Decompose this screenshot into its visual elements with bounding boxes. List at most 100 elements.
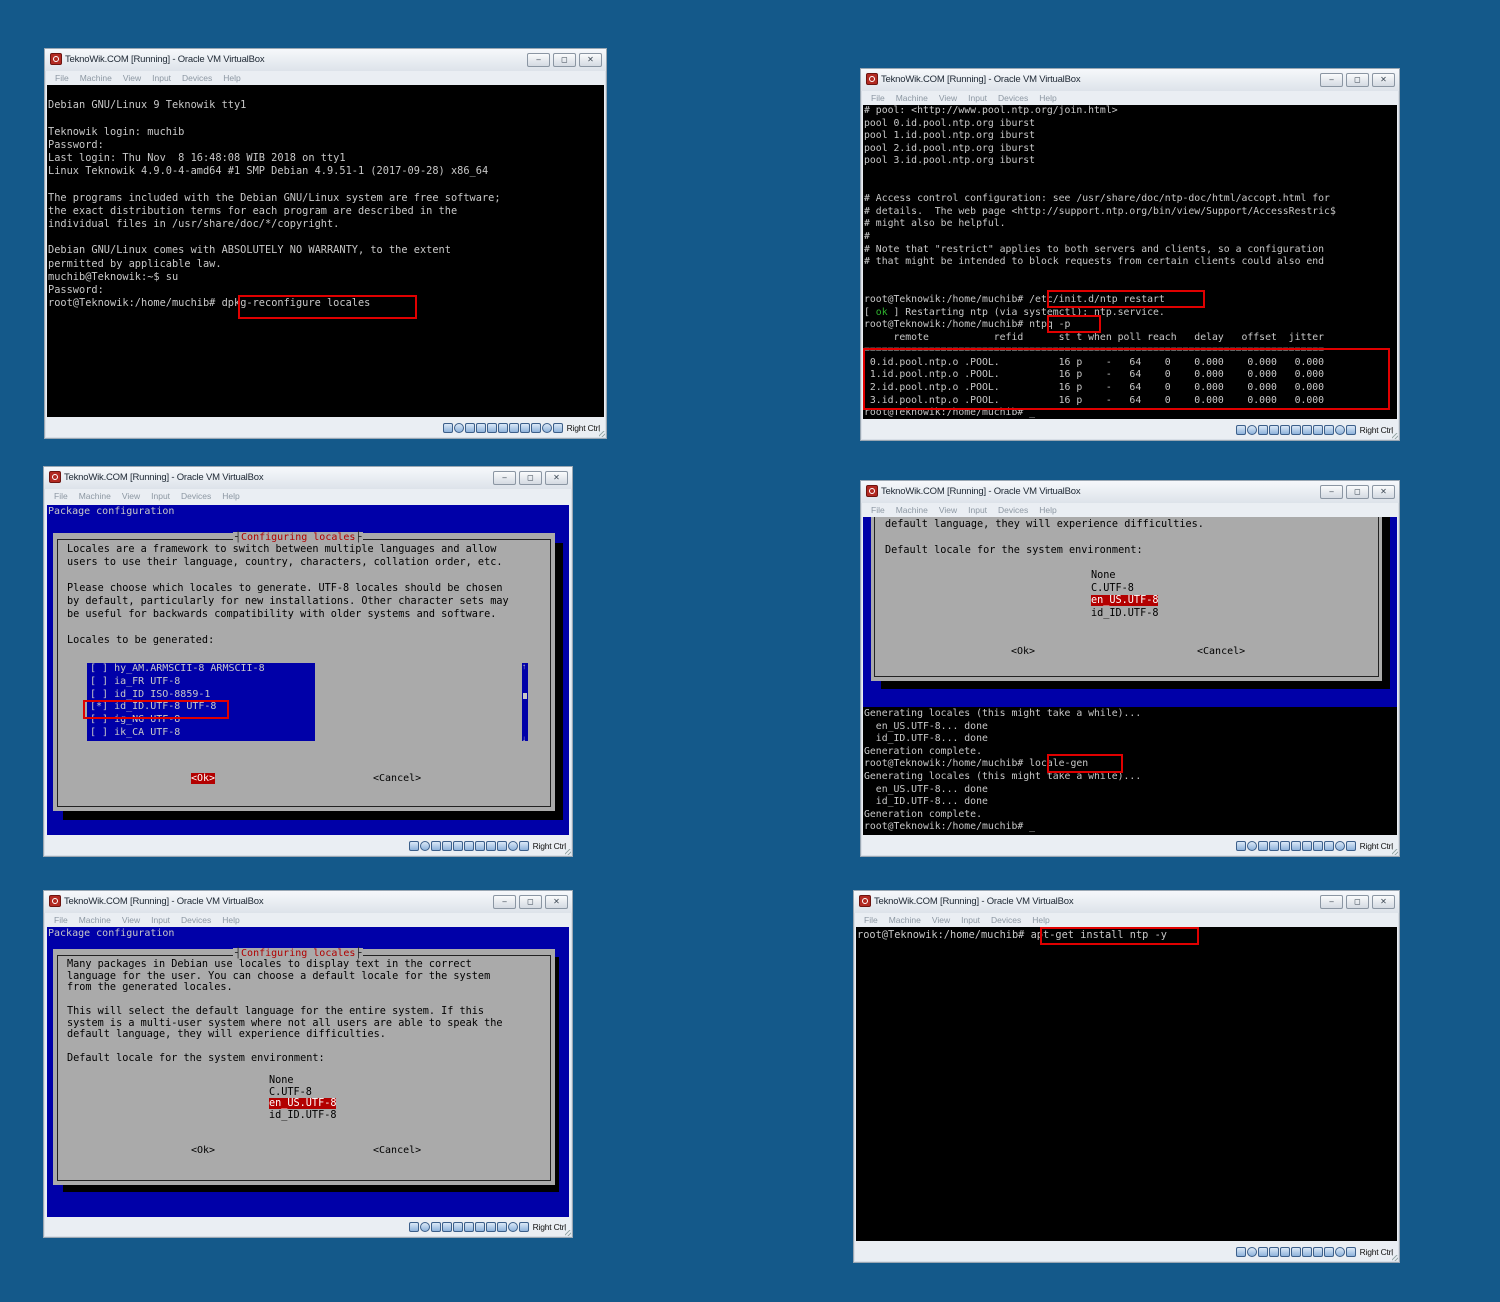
- storage-icon[interactable]: [1235, 425, 1246, 435]
- menu-devices[interactable]: Devices: [181, 491, 211, 501]
- scroll-down-arrow-icon[interactable]: ↓: [522, 734, 526, 743]
- ok-button[interactable]: <Ok>: [191, 773, 216, 784]
- video-capture-icon[interactable]: [485, 841, 496, 851]
- close-button[interactable]: ✕: [579, 53, 602, 67]
- menu-view[interactable]: View: [939, 93, 957, 103]
- menu-view[interactable]: View: [939, 505, 957, 515]
- menu-devices[interactable]: Devices: [182, 73, 212, 83]
- mouse-integration-icon[interactable]: [1334, 425, 1345, 435]
- menu-help[interactable]: Help: [222, 915, 239, 925]
- mouse-integration-icon[interactable]: [507, 841, 518, 851]
- menu-devices[interactable]: Devices: [991, 915, 1021, 925]
- locale-item[interactable]: [ ] ik_CA UTF-8: [90, 727, 180, 738]
- locale-list-scrollbar[interactable]: ↑ ↓: [522, 662, 528, 743]
- keyboard-arrow-icon[interactable]: [518, 841, 529, 851]
- keyboard-arrow-icon[interactable]: [1345, 841, 1356, 851]
- locale-item[interactable]: [ ] hy_AM.ARMSCII-8 ARMSCII-8: [90, 663, 265, 674]
- keyboard-arrow-icon[interactable]: [1345, 425, 1356, 435]
- title-bar[interactable]: TeknoWik.COM [Running] - Oracle VM Virtu…: [861, 481, 1399, 503]
- cpu-icon[interactable]: [496, 841, 507, 851]
- storage-icon[interactable]: [408, 841, 419, 851]
- menu-help[interactable]: Help: [1039, 505, 1056, 515]
- storage-icon[interactable]: [408, 1222, 419, 1232]
- display-icon[interactable]: [1301, 1247, 1312, 1257]
- title-bar[interactable]: TeknoWik.COM [Running] - Oracle VM Virtu…: [45, 49, 606, 71]
- close-button[interactable]: ✕: [1372, 73, 1395, 87]
- cpu-icon[interactable]: [530, 423, 541, 433]
- video-capture-icon[interactable]: [485, 1222, 496, 1232]
- menu-help[interactable]: Help: [1032, 915, 1049, 925]
- scroll-thumb[interactable]: [523, 693, 527, 699]
- resize-grip[interactable]: [565, 1230, 571, 1236]
- locale-item[interactable]: [ ] id_ID ISO-8859-1: [90, 689, 210, 700]
- cancel-button[interactable]: <Cancel>: [373, 1145, 421, 1156]
- cpu-icon[interactable]: [496, 1222, 507, 1232]
- mouse-integration-icon[interactable]: [1334, 1247, 1345, 1257]
- menu-view[interactable]: View: [123, 73, 141, 83]
- locale-option[interactable]: None: [269, 1075, 294, 1086]
- ok-button[interactable]: <Ok>: [191, 1145, 215, 1156]
- menu-file[interactable]: File: [871, 505, 885, 515]
- resize-grip[interactable]: [1392, 1255, 1398, 1261]
- display-icon[interactable]: [474, 1222, 485, 1232]
- resize-grip[interactable]: [599, 431, 605, 437]
- audio-icon[interactable]: [464, 423, 475, 433]
- menu-devices[interactable]: Devices: [998, 93, 1028, 103]
- display-icon[interactable]: [1301, 841, 1312, 851]
- menu-file[interactable]: File: [864, 915, 878, 925]
- optical-drive-icon[interactable]: [1246, 841, 1257, 851]
- usb-icon[interactable]: [486, 423, 497, 433]
- locale-option-selected[interactable]: en_US.UTF-8: [1091, 595, 1159, 607]
- vbox-window-default-locale[interactable]: TeknoWik.COM [Running] - Oracle VM Virtu…: [43, 890, 573, 1238]
- display-icon[interactable]: [1301, 425, 1312, 435]
- cancel-button[interactable]: <Cancel>: [1197, 646, 1245, 657]
- shared-folder-icon[interactable]: [497, 423, 508, 433]
- network-icon[interactable]: [1268, 425, 1279, 435]
- restore-button[interactable]: ◻: [1346, 73, 1369, 87]
- usb-icon[interactable]: [452, 1222, 463, 1232]
- video-capture-icon[interactable]: [1312, 425, 1323, 435]
- locale-option[interactable]: C.UTF-8: [269, 1087, 312, 1098]
- locale-option[interactable]: C.UTF-8: [1091, 583, 1134, 594]
- menu-view[interactable]: View: [122, 915, 140, 925]
- resize-grip[interactable]: [1392, 849, 1398, 855]
- cpu-icon[interactable]: [1323, 1247, 1334, 1257]
- menu-devices[interactable]: Devices: [998, 505, 1028, 515]
- menu-view[interactable]: View: [122, 491, 140, 501]
- minimize-button[interactable]: ‒: [1320, 73, 1343, 87]
- mouse-integration-icon[interactable]: [1334, 841, 1345, 851]
- menu-input[interactable]: Input: [968, 505, 987, 515]
- cancel-button[interactable]: <Cancel>: [373, 773, 421, 784]
- minimize-button[interactable]: ‒: [527, 53, 550, 67]
- minimize-button[interactable]: ‒: [1320, 485, 1343, 499]
- menu-file[interactable]: File: [871, 93, 885, 103]
- title-bar[interactable]: TeknoWik.COM [Running] - Oracle VM Virtu…: [854, 891, 1399, 913]
- minimize-button[interactable]: ‒: [493, 895, 516, 909]
- vbox-window-locale-selection[interactable]: TeknoWik.COM [Running] - Oracle VM Virtu…: [43, 466, 573, 857]
- title-bar[interactable]: TeknoWik.COM [Running] - Oracle VM Virtu…: [44, 891, 572, 913]
- audio-icon[interactable]: [430, 841, 441, 851]
- close-button[interactable]: ✕: [1372, 895, 1395, 909]
- audio-icon[interactable]: [1257, 841, 1268, 851]
- menu-help[interactable]: Help: [222, 491, 239, 501]
- vbox-window-locale-gen[interactable]: TeknoWik.COM [Running] - Oracle VM Virtu…: [860, 480, 1400, 857]
- network-icon[interactable]: [475, 423, 486, 433]
- scroll-up-arrow-icon[interactable]: ↑: [522, 662, 526, 671]
- locale-option[interactable]: None: [1091, 570, 1116, 581]
- menu-input[interactable]: Input: [152, 73, 171, 83]
- locale-item[interactable]: [ ] ia_FR UTF-8: [90, 676, 180, 687]
- restore-button[interactable]: ◻: [1346, 485, 1369, 499]
- vm-screen[interactable]: Package configuration Configuring locale…: [47, 505, 569, 835]
- menu-view[interactable]: View: [932, 915, 950, 925]
- vm-screen[interactable]: root@Teknowik:/home/muchib# apt-get inst…: [856, 927, 1397, 1241]
- resize-grip[interactable]: [1392, 433, 1398, 439]
- minimize-button[interactable]: ‒: [1320, 895, 1343, 909]
- locale-option[interactable]: id_ID.UTF-8: [1091, 608, 1158, 619]
- cpu-icon[interactable]: [1323, 841, 1334, 851]
- menu-machine[interactable]: Machine: [896, 505, 928, 515]
- usb-icon[interactable]: [1279, 1247, 1290, 1257]
- menu-file[interactable]: File: [54, 491, 68, 501]
- menu-input[interactable]: Input: [151, 915, 170, 925]
- menu-help[interactable]: Help: [223, 73, 240, 83]
- restore-button[interactable]: ◻: [519, 471, 542, 485]
